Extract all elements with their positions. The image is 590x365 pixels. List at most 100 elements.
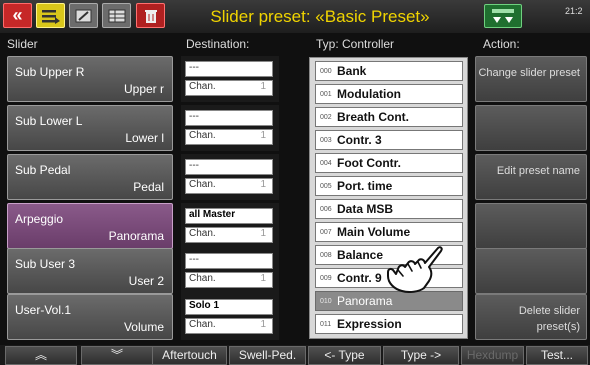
slider-name: Sub User 3 xyxy=(15,257,76,271)
controller-item-port-time[interactable]: 005 Port. time xyxy=(315,176,463,196)
channel-value: 1 xyxy=(260,179,266,190)
controller-label: Contr. 9 xyxy=(337,271,382,285)
destination-field[interactable]: all Master xyxy=(185,208,273,224)
slider-name: Sub Upper R xyxy=(15,65,85,79)
controller-list[interactable]: 000 Bank 001 Modulation 002 Breath Cont.… xyxy=(309,57,468,339)
slider-name: Sub Pedal xyxy=(15,163,71,177)
slider-target: Lower l xyxy=(125,131,164,145)
action-button-empty[interactable] xyxy=(475,105,587,151)
slider-button-arpeggio[interactable]: Arpeggio Panorama xyxy=(7,203,173,249)
controller-label: Contr. 3 xyxy=(337,133,382,147)
destination-cell: Solo 1 Chan. 1 xyxy=(181,294,279,340)
channel-label: Chan. xyxy=(189,273,216,284)
slider-name: User-Vol.1 xyxy=(15,303,72,317)
slider-button-user-vol-1[interactable]: User-Vol.1 Volume xyxy=(7,294,173,340)
delete-slider-preset-button[interactable]: Delete slider preset(s) xyxy=(475,294,587,340)
channel-label: Chan. xyxy=(189,228,216,239)
action-button-empty[interactable] xyxy=(475,203,587,249)
controller-item-panorama[interactable]: 010 Panorama xyxy=(315,291,463,311)
type-prev-button[interactable]: <- Type xyxy=(308,346,381,365)
table-icon xyxy=(108,9,125,22)
page-up-button[interactable]: ︽ xyxy=(5,346,77,365)
controller-label: Main Volume xyxy=(337,225,411,239)
edit-preset-name-button[interactable]: Edit preset name xyxy=(475,154,587,200)
swell-pedal-button[interactable]: Swell-Ped. xyxy=(229,346,306,365)
controller-number: 004 xyxy=(320,160,332,167)
controller-item-bank[interactable]: 000 Bank xyxy=(315,61,463,81)
channel-field[interactable]: Chan. 1 xyxy=(185,129,273,145)
column-header-type: Typ: Controller xyxy=(316,37,395,51)
controller-number: 010 xyxy=(320,298,332,305)
channel-value: 1 xyxy=(260,130,266,141)
destination-field[interactable]: --- xyxy=(185,159,273,175)
destination-field[interactable]: --- xyxy=(185,110,273,126)
hexdump-button[interactable]: Hexdump xyxy=(461,346,524,365)
arrange-button[interactable] xyxy=(484,4,522,28)
controller-label: Panorama xyxy=(337,294,393,308)
table-button[interactable] xyxy=(102,3,131,28)
controller-number: 000 xyxy=(320,68,332,75)
controller-item-modulation[interactable]: 001 Modulation xyxy=(315,84,463,104)
action-button-empty[interactable] xyxy=(475,248,587,294)
destination-cell: --- Chan. 1 xyxy=(181,56,279,102)
column-header-slider: Slider xyxy=(7,37,38,51)
channel-field[interactable]: Chan. 1 xyxy=(185,272,273,288)
controller-number: 005 xyxy=(320,183,332,190)
channel-field[interactable]: Chan. 1 xyxy=(185,178,273,194)
controller-label: Bank xyxy=(337,64,367,78)
controller-label: Foot Contr. xyxy=(337,156,401,170)
slider-target: Upper r xyxy=(123,82,164,96)
channel-value: 1 xyxy=(260,319,266,330)
slider-button-sub-pedal[interactable]: Sub Pedal Pedal xyxy=(7,154,173,200)
test-button[interactable]: Test... xyxy=(526,346,588,365)
menu-button[interactable] xyxy=(36,3,65,28)
trash-button[interactable] xyxy=(136,3,165,28)
destination-field[interactable]: --- xyxy=(185,61,273,77)
change-slider-preset-button[interactable]: Change slider preset xyxy=(475,56,587,102)
pointing-hand-icon xyxy=(387,246,443,293)
controller-label: Modulation xyxy=(337,87,401,101)
page-title: Slider preset: «Basic Preset» xyxy=(210,7,430,26)
type-next-button[interactable]: Type -> xyxy=(383,346,459,365)
slider-target: Panorama xyxy=(108,229,164,243)
destination-cell: --- Chan. 1 xyxy=(181,248,279,294)
controller-label: Port. time xyxy=(337,179,393,193)
slider-name: Arpeggio xyxy=(15,212,64,226)
channel-label: Chan. xyxy=(189,319,216,330)
controller-item-data-msb[interactable]: 006 Data MSB xyxy=(315,199,463,219)
edit-button[interactable] xyxy=(69,3,98,28)
channel-field[interactable]: Chan. 1 xyxy=(185,80,273,96)
controller-item-foot[interactable]: 004 Foot Contr. xyxy=(315,153,463,173)
aftertouch-button[interactable]: Aftertouch xyxy=(152,346,227,365)
controller-number: 009 xyxy=(320,275,332,282)
controller-number: 006 xyxy=(320,206,332,213)
channel-field[interactable]: Chan. 1 xyxy=(185,318,273,334)
edit-icon xyxy=(75,9,91,22)
controller-number: 011 xyxy=(320,321,332,328)
slider-target: User 2 xyxy=(128,274,164,288)
chevrons-down-icon: ︾ xyxy=(110,348,123,362)
controller-item-breath[interactable]: 002 Breath Cont. xyxy=(315,107,463,127)
controller-number: 002 xyxy=(320,114,332,121)
slider-button-sub-user-3[interactable]: Sub User 3 User 2 xyxy=(7,248,173,294)
back-button[interactable]: « xyxy=(3,3,32,28)
channel-label: Chan. xyxy=(189,81,216,92)
destination-field[interactable]: --- xyxy=(185,253,273,269)
page-down-button[interactable]: ︾ xyxy=(81,346,153,365)
bottom-bar: ︽ ︾ Aftertouch Swell-Ped. <- Type Type -… xyxy=(0,345,590,365)
channel-value: 1 xyxy=(260,81,266,92)
controller-number: 003 xyxy=(320,137,332,144)
destination-field[interactable]: Solo 1 xyxy=(185,299,273,315)
slider-target: Pedal xyxy=(133,180,164,194)
channel-field[interactable]: Chan. 1 xyxy=(185,227,273,243)
slider-button-sub-lower-l[interactable]: Sub Lower L Lower l xyxy=(7,105,173,151)
arrange-icon xyxy=(492,9,514,23)
back-icon: « xyxy=(12,5,23,25)
slider-button-sub-upper-r[interactable]: Sub Upper R Upper r xyxy=(7,56,173,102)
channel-value: 1 xyxy=(260,228,266,239)
controller-item-expression[interactable]: 011 Expression xyxy=(315,314,463,334)
controller-item-main-volume[interactable]: 007 Main Volume xyxy=(315,222,463,242)
clock: 21:2 xyxy=(565,6,583,16)
controller-item-contr-3[interactable]: 003 Contr. 3 xyxy=(315,130,463,150)
controller-label: Data MSB xyxy=(337,202,394,216)
